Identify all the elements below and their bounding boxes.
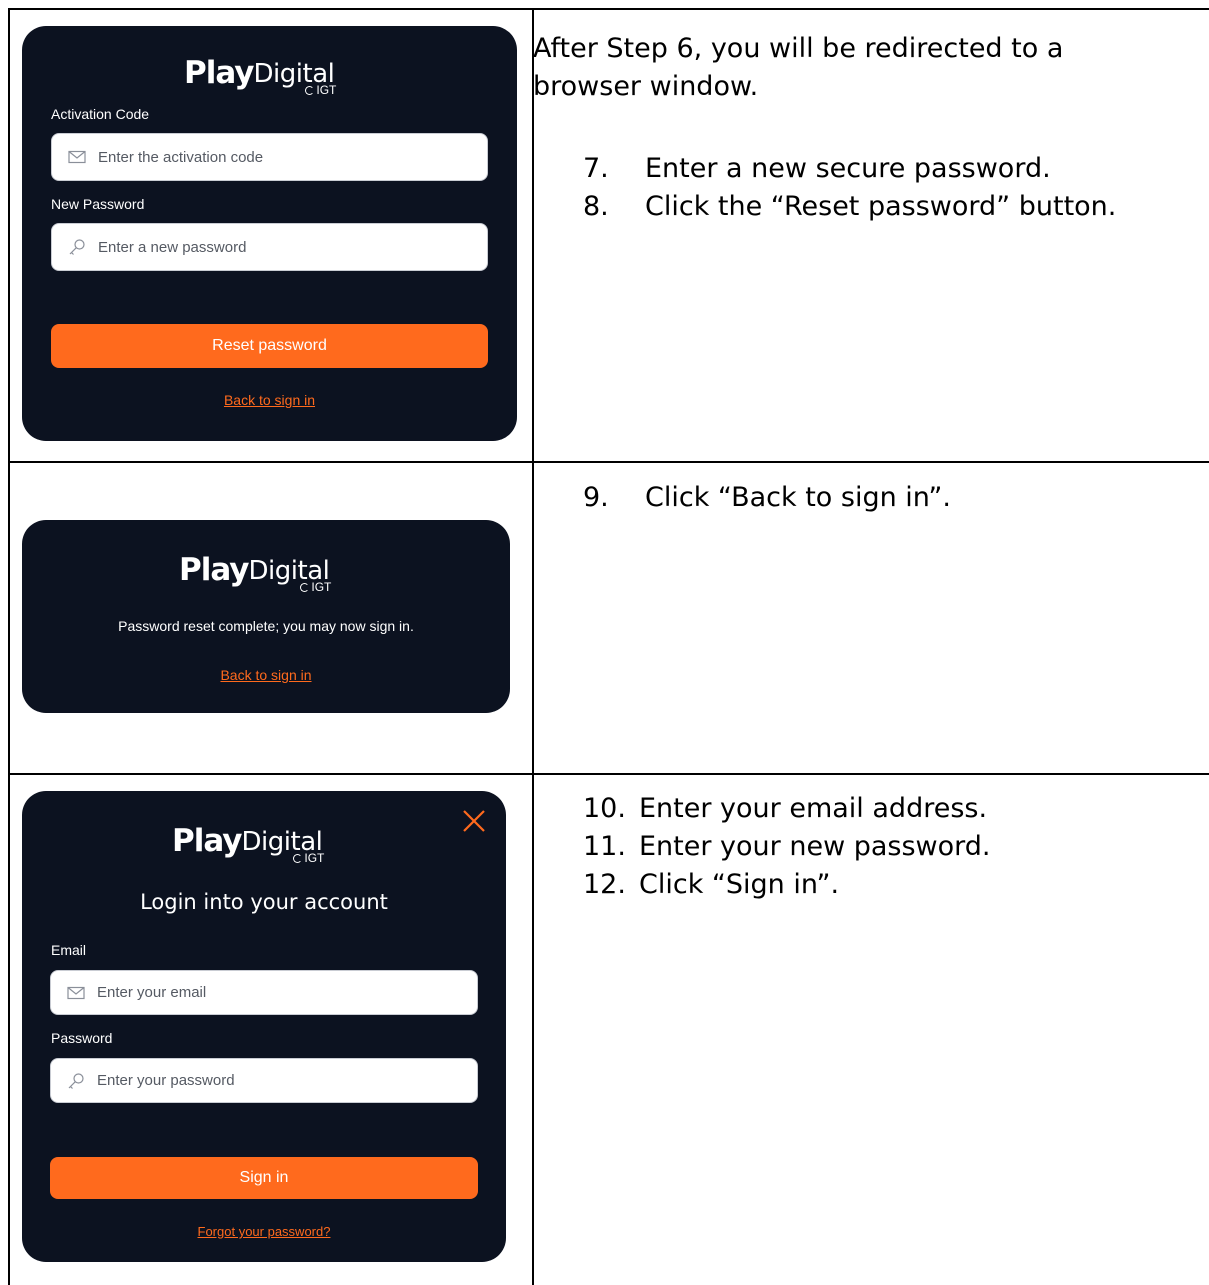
logo-igt: IGT (300, 580, 331, 594)
activation-code-field[interactable] (51, 133, 488, 181)
logo-igt-text: IGT (316, 83, 337, 97)
reset-password-button[interactable]: Reset password (51, 324, 488, 368)
intro-text: After Step 6, you will be redirected to … (533, 33, 1064, 102)
step-item: 7. Enter a new secure password. (583, 150, 1183, 188)
forgot-password-link[interactable]: Forgot your password? (22, 1224, 506, 1239)
step-number: 8. (583, 191, 609, 222)
step-item: 8. Click the “Reset password” button. (583, 188, 1183, 226)
igt-mark-icon (293, 853, 303, 863)
table-divider-1 (8, 461, 1209, 463)
igt-mark-icon (300, 582, 310, 592)
table-border-top (8, 8, 1209, 10)
login-heading: Login into your account (140, 890, 388, 914)
key-icon (68, 1072, 84, 1089)
step-item: 11. Enter your new password. (583, 828, 1183, 866)
playdigital-logo: Play Digital IGT (179, 552, 331, 597)
step-item: 9. Click “Back to sign in”. (583, 479, 1183, 517)
key-icon (69, 239, 85, 255)
logo-igt-text: IGT (304, 851, 325, 865)
step-text: Enter a new secure password. (645, 153, 1051, 184)
activation-code-label: Activation Code (51, 106, 150, 122)
step-number: 10. (583, 793, 626, 824)
new-password-field[interactable] (51, 223, 488, 271)
logo-igt: IGT (305, 83, 336, 97)
reset-complete-message: Password reset complete; you may now sig… (118, 618, 414, 634)
back-to-sign-in-link[interactable]: Back to sign in (22, 667, 510, 683)
step-text: Enter your email address. (639, 793, 988, 824)
close-icon[interactable] (461, 808, 487, 834)
logo-igt: IGT (293, 851, 324, 865)
password-field[interactable] (50, 1058, 478, 1103)
playdigital-logo: Play Digital IGT (172, 823, 324, 868)
igt-mark-icon (305, 85, 315, 95)
activation-code-input[interactable] (98, 148, 487, 166)
logo-play-text: Play (184, 55, 255, 91)
password-input[interactable] (97, 1072, 477, 1089)
new-password-label: New Password (51, 196, 145, 212)
step-item: 12. Click “Sign in”. (583, 866, 1183, 904)
row3-instructions: 10. Enter your email address. 11. Enter yo… (533, 790, 1183, 904)
table-divider-2 (8, 773, 1209, 775)
table-border-left (8, 8, 10, 1285)
playdigital-logo: Play Digital IGT (184, 55, 336, 100)
logo-play-text: Play (179, 552, 250, 588)
login-panel: Play Digital IGT Login into your account… (22, 791, 506, 1262)
row1-steps-list: 7. Enter a new secure password. 8. Click t… (583, 150, 1183, 226)
step-number: 7. (583, 153, 609, 184)
email-label: Email (51, 942, 87, 958)
step-number: 11. (583, 831, 626, 862)
step-item: 10. Enter your email address. (583, 790, 1183, 828)
step-text: Click “Sign in”. (639, 869, 840, 900)
mail-icon (68, 150, 86, 164)
reset-complete-panel: Play Digital IGT Password reset complete… (22, 520, 510, 713)
row2-steps-list: 9. Click “Back to sign in”. (583, 479, 1183, 517)
sign-in-button[interactable]: Sign in (50, 1157, 478, 1199)
step-text: Click the “Reset password” button. (645, 191, 1117, 222)
reset-password-panel: Play Digital IGT Activation Code New Pas… (22, 26, 517, 441)
step-text: Enter your new password. (639, 831, 991, 862)
logo-play-text: Play (172, 823, 243, 859)
logo-igt-text: IGT (311, 580, 332, 594)
step-number: 9. (583, 482, 609, 513)
step-number: 12. (583, 869, 626, 900)
password-label: Password (51, 1030, 113, 1046)
mail-icon (67, 986, 85, 999)
email-input[interactable] (97, 984, 477, 1001)
row2-instructions: 9. Click “Back to sign in”. (533, 479, 1183, 517)
back-to-sign-in-link[interactable]: Back to sign in (22, 392, 517, 408)
new-password-input[interactable] (98, 238, 487, 256)
step-text: Click “Back to sign in”. (645, 482, 952, 513)
row1-instructions: After Step 6, you will be redirected to … (533, 30, 1183, 226)
email-field[interactable] (50, 970, 478, 1015)
row3-steps-list: 10. Enter your email address. 11. Enter yo… (583, 790, 1183, 904)
